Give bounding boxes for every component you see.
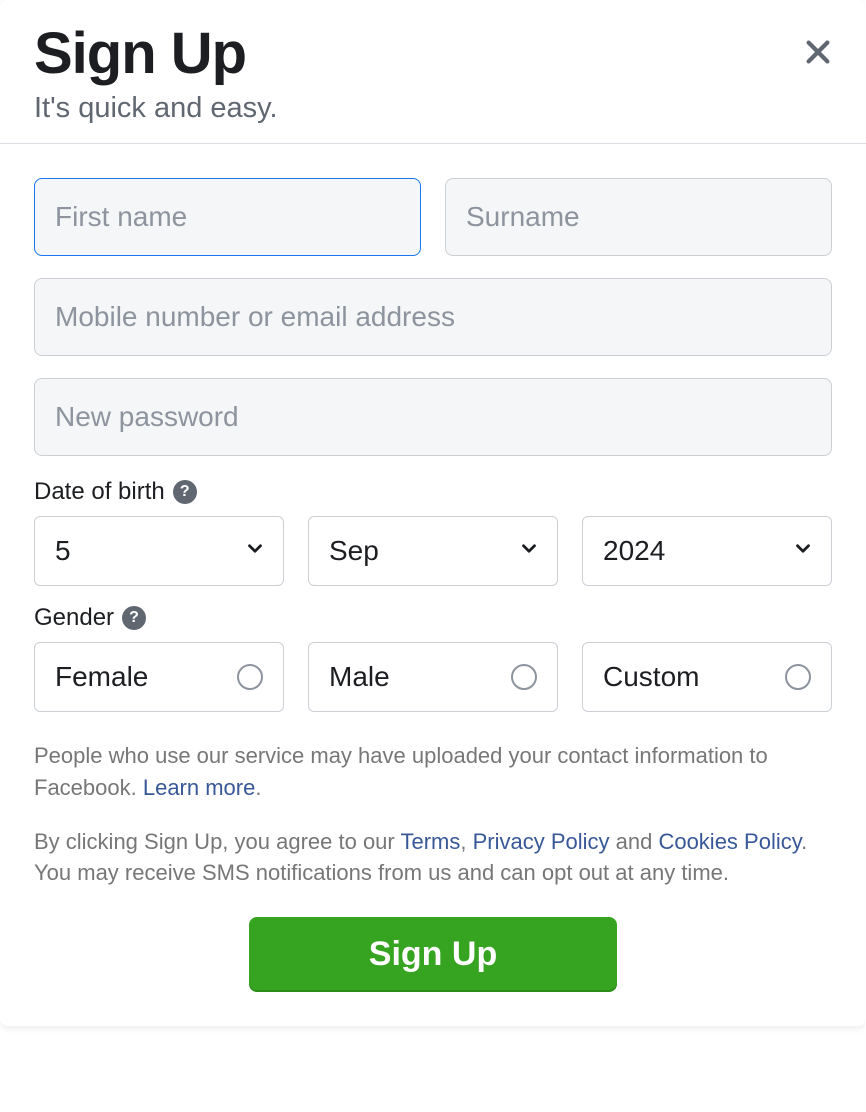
help-icon[interactable]: ? — [173, 480, 197, 504]
modal-subtitle: It's quick and easy. — [34, 92, 832, 125]
disclaimer-terms: By clicking Sign Up, you agree to our Te… — [34, 826, 832, 890]
privacy-policy-link[interactable]: Privacy Policy — [473, 829, 610, 854]
submit-row: Sign Up — [34, 917, 832, 992]
disclaimer-contact: People who use our service may have uplo… — [34, 740, 832, 804]
gender-option-label: Female — [55, 661, 148, 693]
close-button[interactable] — [802, 36, 834, 73]
radio-icon — [785, 664, 811, 690]
password-input[interactable] — [34, 378, 832, 456]
gender-option-label: Custom — [603, 661, 699, 693]
dob-day-select[interactable]: 5 — [34, 516, 284, 586]
terms-link[interactable]: Terms — [400, 829, 460, 854]
gender-option-custom[interactable]: Custom — [582, 642, 832, 712]
learn-more-link[interactable]: Learn more — [143, 775, 256, 800]
signup-button[interactable]: Sign Up — [249, 917, 617, 992]
help-icon[interactable]: ? — [122, 606, 146, 630]
name-row — [34, 178, 832, 256]
dob-month-select[interactable]: Sep — [308, 516, 558, 586]
modal-title: Sign Up — [34, 22, 832, 86]
dob-label-text: Date of birth — [34, 478, 165, 506]
gender-option-male[interactable]: Male — [308, 642, 558, 712]
radio-icon — [511, 664, 537, 690]
dob-row: 5 Sep 2024 — [34, 516, 832, 586]
modal-body: Date of birth ? 5 Sep — [0, 144, 866, 1027]
dob-label: Date of birth ? — [34, 478, 832, 506]
close-icon — [802, 36, 834, 68]
cookies-policy-link[interactable]: Cookies Policy — [658, 829, 801, 854]
first-name-input[interactable] — [34, 178, 421, 256]
dob-year-select[interactable]: 2024 — [582, 516, 832, 586]
gender-option-female[interactable]: Female — [34, 642, 284, 712]
modal-header: Sign Up It's quick and easy. — [0, 0, 866, 144]
gender-row: Female Male Custom — [34, 642, 832, 712]
gender-option-label: Male — [329, 661, 390, 693]
signup-modal: Sign Up It's quick and easy. Date of bir… — [0, 0, 866, 1026]
surname-input[interactable] — [445, 178, 832, 256]
contact-input[interactable] — [34, 278, 832, 356]
gender-label: Gender ? — [34, 604, 832, 632]
gender-label-text: Gender — [34, 604, 114, 632]
radio-icon — [237, 664, 263, 690]
